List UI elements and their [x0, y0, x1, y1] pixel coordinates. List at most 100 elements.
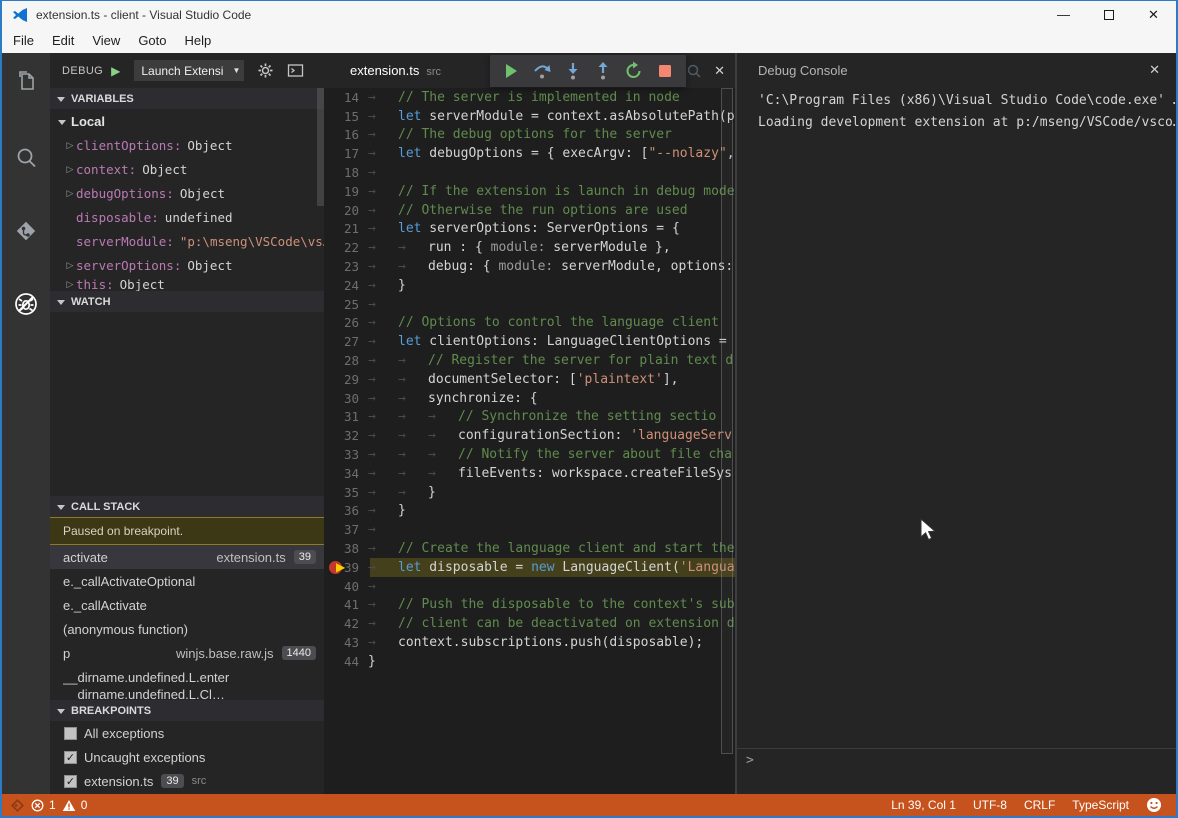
- code-line[interactable]: 15→let serverModule = context.asAbsolute…: [324, 107, 735, 126]
- line-number[interactable]: 31: [324, 409, 368, 424]
- breakpoint-row[interactable]: ✓Uncaught exceptions: [50, 745, 324, 769]
- breakpoints-section-header[interactable]: BREAKPOINTS: [50, 700, 324, 721]
- variable-row[interactable]: ▷disposable:undefined: [50, 205, 324, 229]
- line-number[interactable]: 38: [324, 541, 368, 556]
- line-number[interactable]: 41: [324, 597, 368, 612]
- code-line[interactable]: 14→// The server is implemented in node: [324, 88, 735, 107]
- menu-help[interactable]: Help: [176, 30, 221, 51]
- breakpoint-checkbox[interactable]: [64, 727, 77, 740]
- code-line[interactable]: 29→→documentSelector: ['plaintext'],: [324, 370, 735, 389]
- repl-input[interactable]: >: [737, 748, 1176, 772]
- line-number[interactable]: 32: [324, 428, 368, 443]
- code-line[interactable]: 37→: [324, 520, 735, 539]
- continue-button[interactable]: [501, 61, 521, 81]
- code-line[interactable]: 42→// client can be deactivated on exten…: [324, 614, 735, 633]
- launch-config-select[interactable]: Launch Extensi ▼: [134, 60, 244, 81]
- close-panel-icon[interactable]: ✕: [1149, 62, 1160, 78]
- code-line[interactable]: 41→// Push the disposable to the context…: [324, 596, 735, 615]
- close-button[interactable]: ✕: [1131, 1, 1176, 28]
- code-line[interactable]: 34→→→fileEvents: workspace.createFileSys: [324, 464, 735, 483]
- line-number[interactable]: 29: [324, 372, 368, 387]
- watch-section-header[interactable]: WATCH: [50, 291, 324, 312]
- line-number[interactable]: 27: [324, 334, 368, 349]
- line-number[interactable]: 44: [324, 654, 368, 669]
- line-number[interactable]: 24: [324, 278, 368, 293]
- restart-button[interactable]: [624, 61, 644, 81]
- variable-row[interactable]: ▷clientOptions:Object: [50, 133, 324, 157]
- menu-goto[interactable]: Goto: [129, 30, 175, 51]
- code-line[interactable]: 28→→// Register the server for plain tex…: [324, 351, 735, 370]
- variable-row[interactable]: ▷this:Object: [50, 277, 324, 291]
- breakpoint-checkbox[interactable]: ✓: [64, 775, 77, 788]
- variable-row[interactable]: ▷debugOptions:Object: [50, 181, 324, 205]
- git-status-icon[interactable]: [10, 798, 25, 813]
- variable-row[interactable]: ▷context:Object: [50, 157, 324, 181]
- open-repl-icon[interactable]: [287, 62, 304, 79]
- code-line[interactable]: 22→→run : { module: serverModule },: [324, 238, 735, 257]
- status-eol[interactable]: CRLF: [1024, 798, 1055, 812]
- stack-frame-row[interactable]: activateextension.ts39: [50, 545, 324, 569]
- code-line[interactable]: 33→→→// Notify the server about file cha: [324, 445, 735, 464]
- split-editor-icon[interactable]: [686, 63, 702, 79]
- stop-button[interactable]: [655, 61, 675, 81]
- code-line[interactable]: 38→// Create the language client and sta…: [324, 539, 735, 558]
- start-debug-button[interactable]: ▶: [111, 64, 120, 78]
- step-out-button[interactable]: [593, 61, 613, 81]
- minimize-button[interactable]: —: [1041, 1, 1086, 28]
- line-number[interactable]: 42: [324, 616, 368, 631]
- stack-frame-row[interactable]: (anonymous function): [50, 617, 324, 641]
- code-line[interactable]: 16→// The debug options for the server: [324, 126, 735, 145]
- code-line[interactable]: 24→}: [324, 276, 735, 295]
- code-line[interactable]: 32→→→configurationSection: 'languageServ: [324, 426, 735, 445]
- menu-edit[interactable]: Edit: [43, 30, 83, 51]
- code-line[interactable]: 44}: [324, 652, 735, 671]
- stack-frame-row[interactable]: e._callActivateOptional: [50, 569, 324, 593]
- status-encoding[interactable]: UTF-8: [973, 798, 1007, 812]
- line-number[interactable]: 19: [324, 184, 368, 199]
- step-over-button[interactable]: [532, 61, 552, 81]
- current-breakpoint-indicator[interactable]: ▶: [329, 558, 353, 577]
- line-number[interactable]: 30: [324, 391, 368, 406]
- code-line[interactable]: 43→context.subscriptions.push(disposable…: [324, 633, 735, 652]
- breakpoint-row[interactable]: ✓extension.ts39src: [50, 769, 324, 793]
- code-line[interactable]: 20→// Otherwise the run options are used: [324, 201, 735, 220]
- status-language-mode[interactable]: TypeScript: [1072, 798, 1129, 812]
- code-line[interactable]: 25→: [324, 295, 735, 314]
- variable-row[interactable]: ▷serverModule:"p:\mseng\VSCode\vs…: [50, 229, 324, 253]
- line-number[interactable]: 15: [324, 109, 368, 124]
- code-line[interactable]: 27→let clientOptions: LanguageClientOpti…: [324, 332, 735, 351]
- line-number[interactable]: 37: [324, 522, 368, 537]
- stack-frame-row[interactable]: __dirname.undefined.L.enter: [50, 665, 324, 689]
- line-number[interactable]: 23: [324, 259, 368, 274]
- code-line[interactable]: 36→}: [324, 502, 735, 521]
- menu-file[interactable]: File: [4, 30, 43, 51]
- line-number[interactable]: 25: [324, 297, 368, 312]
- editor-scrollbar[interactable]: [721, 88, 733, 754]
- line-number[interactable]: 40: [324, 579, 368, 594]
- line-number[interactable]: 18: [324, 165, 368, 180]
- line-number[interactable]: 33: [324, 447, 368, 462]
- line-number[interactable]: 20: [324, 203, 368, 218]
- variable-row[interactable]: ▷serverOptions:Object: [50, 253, 324, 277]
- stack-frame-row[interactable]: e._callActivate: [50, 593, 324, 617]
- line-number[interactable]: 36: [324, 503, 368, 518]
- line-number[interactable]: 28: [324, 353, 368, 368]
- step-into-button[interactable]: [563, 61, 583, 81]
- line-number[interactable]: 16: [324, 127, 368, 142]
- line-number[interactable]: 26: [324, 315, 368, 330]
- code-line[interactable]: 40→: [324, 577, 735, 596]
- line-number[interactable]: 43: [324, 635, 368, 650]
- code-line[interactable]: 17→let debugOptions = { execArgv: ["--no…: [324, 144, 735, 163]
- file-name[interactable]: extension.ts: [350, 63, 419, 78]
- stack-frame-row[interactable]: pwinjs.base.raw.js1440: [50, 641, 324, 665]
- code-line[interactable]: 26→// Options to control the language cl…: [324, 314, 735, 333]
- close-editor-icon[interactable]: ✕: [714, 63, 725, 79]
- code-line[interactable]: 39→let disposable = new LanguageClient('…: [324, 558, 735, 577]
- line-number[interactable]: 22: [324, 240, 368, 255]
- git-icon[interactable]: [13, 218, 39, 244]
- search-icon[interactable]: [13, 145, 39, 171]
- configure-gear-icon[interactable]: [257, 62, 274, 79]
- maximize-button[interactable]: [1086, 1, 1131, 28]
- line-number[interactable]: 14: [324, 90, 368, 105]
- feedback-smiley-icon[interactable]: [1146, 797, 1162, 813]
